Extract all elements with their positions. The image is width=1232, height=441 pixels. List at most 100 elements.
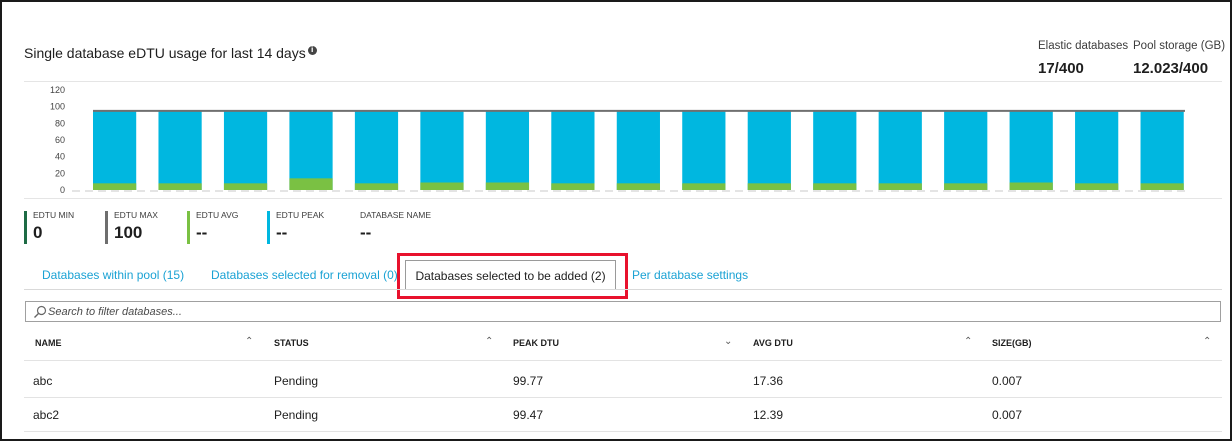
search-input[interactable] [48, 303, 1208, 320]
legend-label: EDTU MAX [114, 210, 158, 220]
pool-storage-stat: Pool storage (GB) 12.023/400 [1133, 40, 1225, 77]
legend-edtu-avg: EDTU AVG -- [187, 210, 239, 244]
tab-per-database-settings[interactable]: Per database settings [632, 268, 748, 282]
y-tick-label: 120 [50, 85, 65, 95]
search-icon [34, 305, 47, 318]
chart-title-row: Single database eDTU usage for last 14 d… [24, 45, 317, 61]
y-tick-label: 80 [55, 118, 65, 128]
sort-up-icon[interactable]: ⌃ [964, 336, 972, 347]
legend-value: 100 [114, 223, 143, 242]
bar-edtu-avg [223, 183, 268, 190]
y-tick-label: 100 [50, 102, 65, 112]
bar-edtu-avg [1009, 182, 1053, 190]
bar-edtu-peak [420, 110, 464, 190]
row-divider [24, 431, 1222, 432]
cell-size: 0.007 [992, 408, 1023, 422]
legend-edtu-min: EDTU MIN 0 [24, 210, 74, 244]
legend-color-bar [267, 211, 270, 244]
legend-edtu-peak: EDTU PEAK -- [267, 210, 325, 244]
y-tick-label: 40 [55, 152, 65, 162]
bar-edtu-peak [1140, 110, 1184, 190]
bar-edtu-avg [682, 183, 726, 190]
bar-edtu-avg [93, 183, 137, 190]
tab-databases-within-pool[interactable]: Databases within pool (15) [42, 268, 184, 282]
header-row-divider [24, 360, 1222, 361]
bar-edtu-avg [616, 183, 660, 190]
legend-label: EDTU PEAK [276, 210, 325, 220]
chart-divider [24, 198, 1222, 199]
bar-edtu-peak [878, 110, 922, 190]
bar-edtu-peak [223, 110, 268, 190]
bar-edtu-peak [682, 110, 726, 190]
cell-name: abc2 [33, 408, 60, 422]
bar-edtu-peak [551, 110, 595, 190]
bar-edtu-peak [289, 110, 333, 190]
bar-edtu-peak [813, 110, 857, 190]
pool-storage-value: 12.023/400 [1133, 60, 1209, 77]
cell-name: abc [33, 374, 53, 388]
legend-value: -- [196, 223, 208, 242]
sort-up-icon[interactable]: ⌃ [1203, 336, 1211, 347]
bar-edtu-peak [747, 110, 791, 190]
column-header-peak-dtu[interactable]: PEAK DTU [513, 338, 559, 348]
cell-peak-dtu: 99.47 [513, 408, 544, 422]
legend-database-name: DATABASE NAME -- [351, 210, 431, 243]
edtu-usage-chart: 0 20 40 60 80 100 120 [50, 85, 1185, 195]
cell-avg-dtu: 17.36 [753, 374, 784, 388]
tab-databases-selected-for-removal[interactable]: Databases selected for removal (0) [211, 268, 398, 282]
bar-edtu-avg [1075, 183, 1119, 190]
bar-edtu-avg [485, 182, 530, 190]
legend-color-bar [24, 211, 27, 244]
legend-label: DATABASE NAME [360, 210, 432, 220]
sort-down-icon[interactable]: ⌄ [724, 336, 732, 347]
column-header-avg-dtu[interactable]: AVG DTU [753, 338, 793, 348]
bar-edtu-peak [485, 110, 530, 190]
bar-edtu-avg [289, 178, 333, 190]
legend-color-bar [105, 211, 108, 244]
cell-size: 0.007 [992, 374, 1023, 388]
bar-edtu-peak [944, 110, 988, 190]
highlight-box [397, 253, 628, 299]
info-icon[interactable]: i [307, 46, 317, 56]
legend-value: -- [276, 223, 288, 242]
legend-color-bar [187, 211, 190, 244]
elastic-pool-blade: Single database eDTU usage for last 14 d… [2, 2, 1230, 439]
y-tick-label: 20 [55, 168, 65, 178]
bar-edtu-avg [747, 183, 791, 190]
elastic-databases-stat: Elastic databases 17/400 [1038, 40, 1128, 77]
row-divider [24, 397, 1222, 398]
bar-edtu-peak [354, 110, 399, 190]
bar-edtu-peak [616, 110, 660, 190]
elastic-databases-label: Elastic databases [1038, 40, 1129, 52]
bar-edtu-avg [944, 183, 988, 190]
search-box[interactable] [25, 301, 1221, 322]
bar-edtu-peak [93, 110, 137, 190]
bar-edtu-peak [1075, 110, 1119, 190]
cell-status: Pending [274, 374, 319, 388]
bar-edtu-avg [354, 183, 399, 190]
bar-edtu-peak [1009, 110, 1053, 190]
window-frame: Single database eDTU usage for last 14 d… [0, 0, 1232, 441]
bar-edtu-avg [420, 182, 464, 190]
elastic-databases-value: 17/400 [1038, 60, 1084, 77]
bar-edtu-avg [551, 183, 595, 190]
legend-edtu-max: EDTU MAX 100 [105, 210, 158, 244]
sort-up-icon[interactable]: ⌃ [245, 336, 253, 347]
column-header-size[interactable]: SIZE(GB) [992, 338, 1032, 348]
column-header-status[interactable]: STATUS [274, 338, 309, 348]
y-tick-label: 60 [55, 135, 65, 145]
cell-peak-dtu: 99.77 [513, 374, 544, 388]
bar-edtu-avg [813, 183, 857, 190]
cell-status: Pending [274, 408, 319, 422]
y-tick-label: 0 [60, 185, 65, 195]
cell-avg-dtu: 12.39 [753, 408, 784, 422]
bar-edtu-peak [158, 110, 202, 190]
tab-underline [24, 289, 1222, 290]
legend-value: 0 [33, 223, 43, 242]
sort-up-icon[interactable]: ⌃ [485, 336, 493, 347]
legend-value: -- [360, 223, 372, 242]
column-header-name[interactable]: NAME [35, 338, 62, 348]
bar-edtu-avg [878, 183, 922, 190]
legend-label: EDTU AVG [196, 210, 239, 220]
bar-edtu-avg [1140, 183, 1184, 190]
